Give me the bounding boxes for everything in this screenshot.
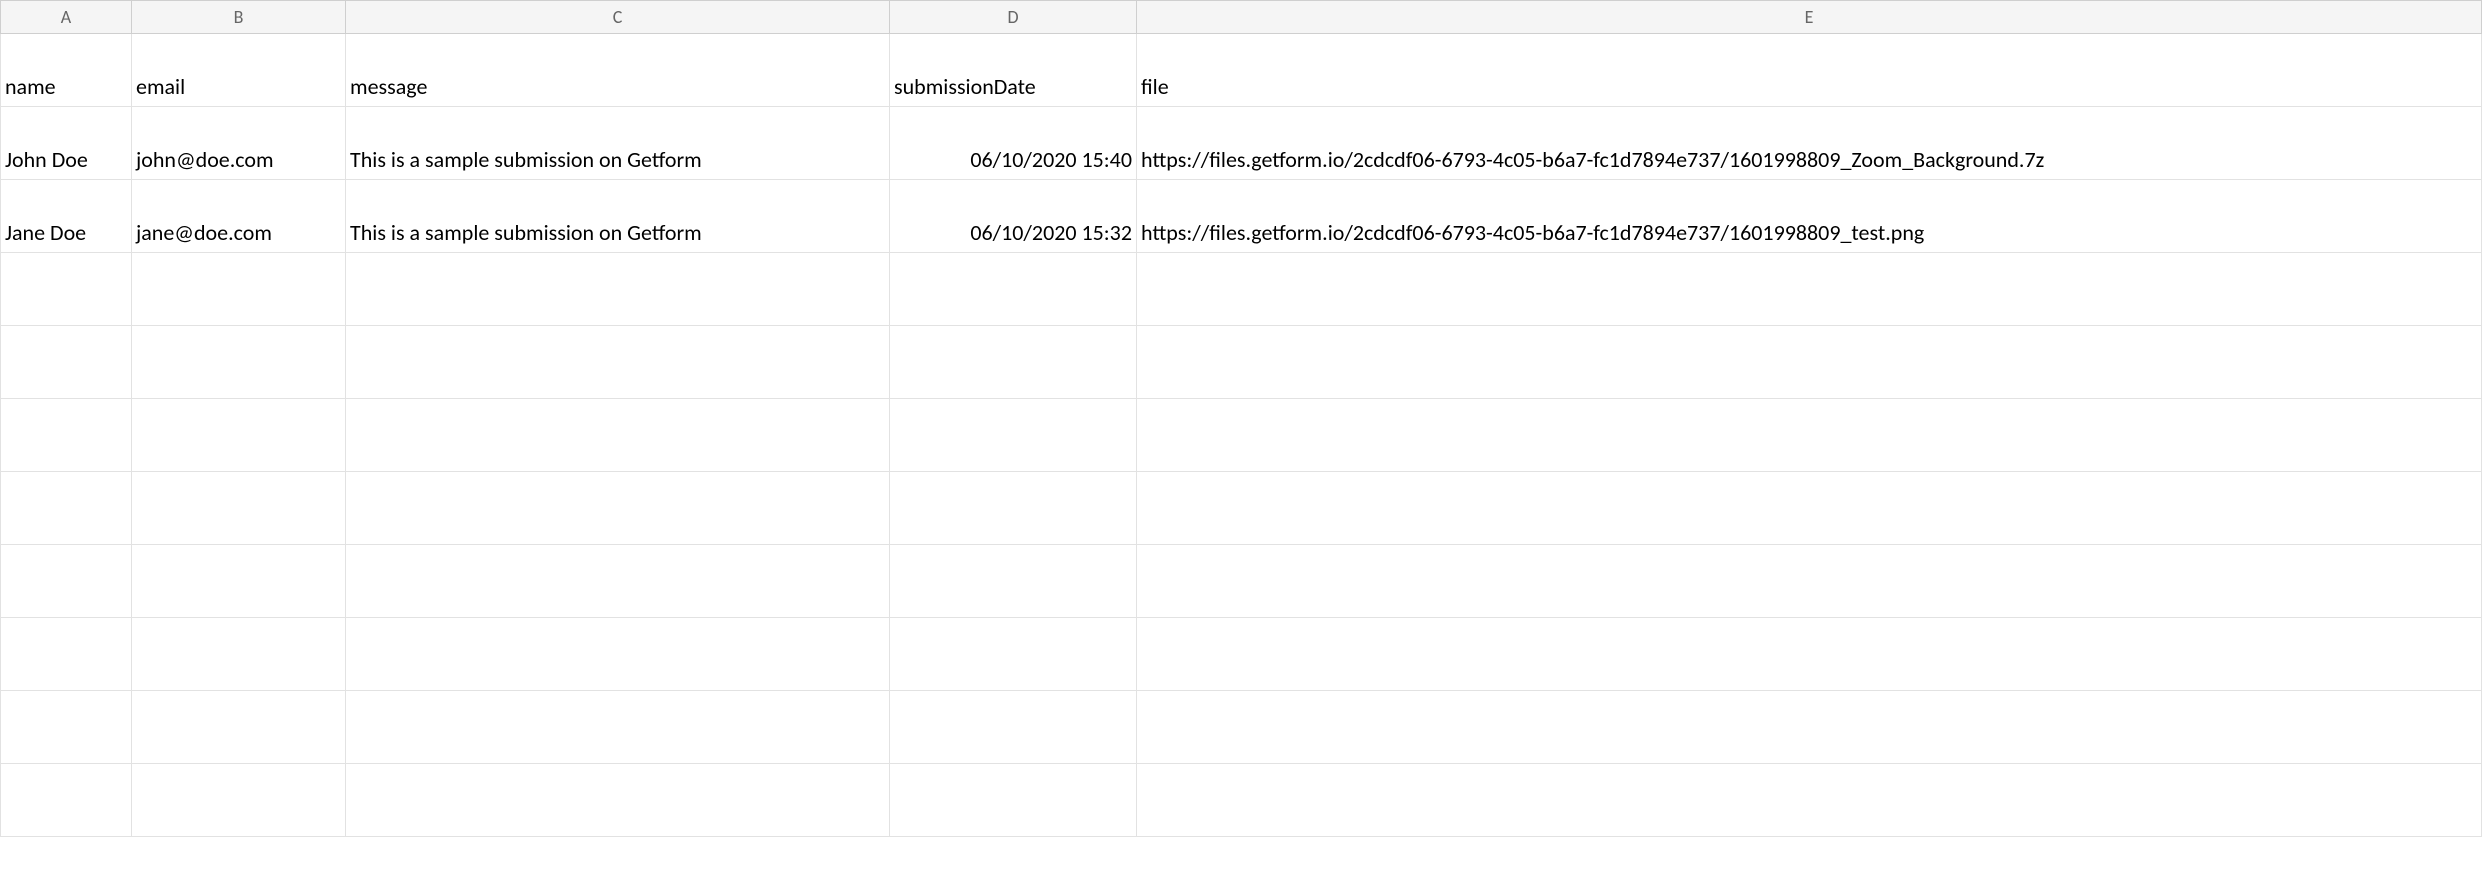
cell-C7[interactable]: [346, 472, 890, 545]
cell-E10[interactable]: [1137, 691, 2482, 764]
cell-C10[interactable]: [346, 691, 890, 764]
cell-C5[interactable]: [346, 326, 890, 399]
cell-E2[interactable]: https://files.getform.io/2cdcdf06-6793-4…: [1137, 107, 2482, 180]
cell-D1[interactable]: submissionDate: [890, 34, 1137, 107]
cell-A11[interactable]: [0, 764, 132, 837]
cell-A10[interactable]: [0, 691, 132, 764]
cell-D9[interactable]: [890, 618, 1137, 691]
cell-C3[interactable]: This is a sample submission on Getform: [346, 180, 890, 253]
cell-B11[interactable]: [132, 764, 346, 837]
cell-E5[interactable]: [1137, 326, 2482, 399]
cell-A7[interactable]: [0, 472, 132, 545]
cell-B5[interactable]: [132, 326, 346, 399]
cell-D3[interactable]: 06/10/2020 15:32: [890, 180, 1137, 253]
cell-C6[interactable]: [346, 399, 890, 472]
cell-E1[interactable]: file: [1137, 34, 2482, 107]
cell-B4[interactable]: [132, 253, 346, 326]
cell-B8[interactable]: [132, 545, 346, 618]
cell-B7[interactable]: [132, 472, 346, 545]
cell-B6[interactable]: [132, 399, 346, 472]
column-header-A[interactable]: A: [0, 0, 132, 34]
spreadsheet-body: name email message submissionDate file J…: [0, 34, 2482, 837]
column-header-C[interactable]: C: [346, 0, 890, 34]
cell-B2[interactable]: john@doe.com: [132, 107, 346, 180]
cell-E3[interactable]: https://files.getform.io/2cdcdf06-6793-4…: [1137, 180, 2482, 253]
column-header-B[interactable]: B: [132, 0, 346, 34]
cell-A3[interactable]: Jane Doe: [0, 180, 132, 253]
cell-C9[interactable]: [346, 618, 890, 691]
cell-D5[interactable]: [890, 326, 1137, 399]
cell-E4[interactable]: [1137, 253, 2482, 326]
cell-A1[interactable]: name: [0, 34, 132, 107]
cell-C1[interactable]: message: [346, 34, 890, 107]
cell-C8[interactable]: [346, 545, 890, 618]
column-header-D[interactable]: D: [890, 0, 1137, 34]
cell-C11[interactable]: [346, 764, 890, 837]
cell-A2[interactable]: John Doe: [0, 107, 132, 180]
cell-A5[interactable]: [0, 326, 132, 399]
column-header-E[interactable]: E: [1137, 0, 2482, 34]
cell-D11[interactable]: [890, 764, 1137, 837]
cell-E9[interactable]: [1137, 618, 2482, 691]
cell-A6[interactable]: [0, 399, 132, 472]
cell-D8[interactable]: [890, 545, 1137, 618]
cell-B3[interactable]: jane@doe.com: [132, 180, 346, 253]
cell-D7[interactable]: [890, 472, 1137, 545]
cell-B10[interactable]: [132, 691, 346, 764]
cell-A4[interactable]: [0, 253, 132, 326]
cell-C4[interactable]: [346, 253, 890, 326]
cell-B9[interactable]: [132, 618, 346, 691]
cell-E11[interactable]: [1137, 764, 2482, 837]
cell-D4[interactable]: [890, 253, 1137, 326]
cell-E8[interactable]: [1137, 545, 2482, 618]
cell-D2[interactable]: 06/10/2020 15:40: [890, 107, 1137, 180]
column-header-row: A B C D E: [0, 0, 2482, 34]
cell-A9[interactable]: [0, 618, 132, 691]
cell-B1[interactable]: email: [132, 34, 346, 107]
cell-E7[interactable]: [1137, 472, 2482, 545]
cell-D6[interactable]: [890, 399, 1137, 472]
cell-E6[interactable]: [1137, 399, 2482, 472]
cell-C2[interactable]: This is a sample submission on Getform: [346, 107, 890, 180]
cell-D10[interactable]: [890, 691, 1137, 764]
cell-A8[interactable]: [0, 545, 132, 618]
